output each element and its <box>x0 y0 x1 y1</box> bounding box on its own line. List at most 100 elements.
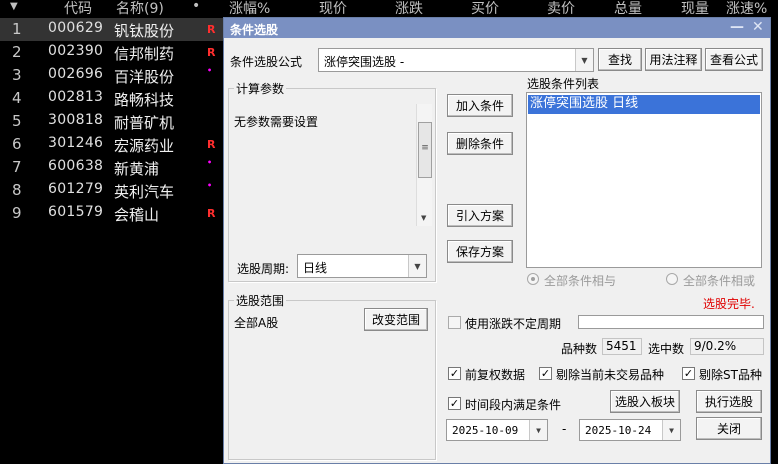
stock-name: 信邦制药 <box>114 45 175 63</box>
table-row[interactable]: 5 300818 耐普矿机 <box>0 110 225 133</box>
date-to-picker[interactable]: 2025-10-24 ▼ <box>579 419 681 441</box>
rzrq-mark: R <box>207 207 216 220</box>
chevron-down-icon[interactable]: ▼ <box>408 255 426 277</box>
dialog-titlebar[interactable]: 条件选股 — ✕ <box>224 18 770 38</box>
row-number: 1 <box>12 20 22 38</box>
sort-arrow-icon[interactable]: ▼ <box>10 1 18 12</box>
table-row[interactable]: 7 600638 新黄浦 • <box>0 156 225 179</box>
table-row[interactable]: 2 002390 信邦制药 R <box>0 41 225 64</box>
scrollbar-thumb[interactable]: ≡ <box>418 122 432 178</box>
col-price[interactable]: 现价 <box>319 0 347 18</box>
period-select[interactable]: 日线 ▼ <box>297 254 427 278</box>
date-from-picker[interactable]: 2025-10-09 ▼ <box>446 419 548 441</box>
row-number: 7 <box>12 158 22 176</box>
col-code[interactable]: 代码 <box>64 0 92 18</box>
all-or-label: 全部条件相或 <box>683 274 756 288</box>
rzrq-mark: R <box>207 46 216 59</box>
screen: ▼ 代码 名称(9) • 涨幅% 现价 涨跌 买价 卖价 总量 现量 涨速% 1… <box>0 0 778 464</box>
row-number: 9 <box>12 204 22 222</box>
delete-condition-button[interactable]: 删除条件 <box>447 132 513 155</box>
stock-code: 601279 <box>48 181 104 197</box>
chevron-down-icon[interactable]: ▼ <box>529 420 547 440</box>
table-row[interactable]: 1 000629 钒钛股份 R <box>0 18 225 41</box>
col-name[interactable]: 名称(9) <box>116 0 164 18</box>
condition-list-label: 选股条件列表 <box>527 77 600 91</box>
col-dot: • <box>192 0 201 14</box>
add-condition-button[interactable]: 加入条件 <box>447 94 513 117</box>
time-range-label: 时间段内满足条件 <box>465 398 562 412</box>
view-formula-button[interactable]: 查看公式 <box>705 48 763 71</box>
row-number: 2 <box>12 43 22 61</box>
scroll-down-icon[interactable]: ▼ <box>421 214 426 222</box>
stock-name: 英利汽车 <box>114 183 175 201</box>
formula-select[interactable]: 涨停突围选股 - ▼ <box>318 48 594 72</box>
date-to-value: 2025-10-24 <box>585 424 652 437</box>
stock-code: 301246 <box>48 135 104 151</box>
formula-label: 条件选股公式 <box>230 55 303 69</box>
stock-code: 002696 <box>48 66 104 82</box>
stock-code: 000629 <box>48 20 104 36</box>
period-label: 选股周期: <box>237 262 290 276</box>
exclude-untraded-checkbox[interactable]: ✓ <box>539 367 552 380</box>
calc-params-label: 计算参数 <box>234 80 287 97</box>
chevron-down-icon[interactable]: ▼ <box>575 49 593 71</box>
col-ask[interactable]: 卖价 <box>547 0 575 18</box>
close-icon[interactable]: ✕ <box>752 19 764 35</box>
stock-name: 会稽山 <box>114 206 160 224</box>
date-from-value: 2025-10-09 <box>452 424 519 437</box>
find-button[interactable]: 查找 <box>598 48 642 71</box>
formula-value: 涨停突围选股 - <box>324 55 405 69</box>
col-bid[interactable]: 买价 <box>471 0 499 18</box>
table-row[interactable]: 8 601279 英利汽车 • <box>0 179 225 202</box>
all-and-label: 全部条件相与 <box>544 274 617 288</box>
stock-name: 宏源药业 <box>114 137 175 155</box>
grid-header: ▼ 代码 名称(9) • 涨幅% 现价 涨跌 买价 卖价 总量 现量 涨速% <box>0 0 778 17</box>
condition-list[interactable]: 涨停突围选股 日线 <box>526 92 762 268</box>
stock-code: 601579 <box>48 204 104 220</box>
col-speed[interactable]: 涨速% <box>726 0 767 18</box>
variety-count-label: 品种数 <box>561 342 598 356</box>
no-params-text: 无参数需要设置 <box>234 115 319 129</box>
usage-button[interactable]: 用法注释 <box>645 48 702 71</box>
col-change-pct[interactable]: 涨幅% <box>229 0 270 18</box>
import-plan-button[interactable]: 引入方案 <box>447 204 513 227</box>
stock-code: 300818 <box>48 112 104 128</box>
condition-list-item[interactable]: 涨停突围选股 日线 <box>528 95 760 114</box>
table-row[interactable]: 6 301246 宏源药业 R <box>0 133 225 156</box>
variable-period-input[interactable] <box>578 315 764 329</box>
col-change[interactable]: 涨跌 <box>395 0 423 18</box>
variable-period-label: 使用涨跌不定周期 <box>465 317 562 331</box>
all-and-radio[interactable] <box>527 273 539 285</box>
params-scrollbar[interactable]: ≡ ▼ <box>416 104 432 226</box>
row-number: 8 <box>12 181 22 199</box>
stock-screener-dialog: 条件选股 — ✕ 条件选股公式 涨停突围选股 - ▼ 查找 用法注释 查看公式 … <box>223 17 771 464</box>
row-number: 4 <box>12 89 22 107</box>
exclude-st-checkbox[interactable]: ✓ <box>682 367 695 380</box>
chevron-down-icon[interactable]: ▼ <box>662 420 680 440</box>
dot-mark: • <box>207 181 213 190</box>
date-separator: - <box>562 422 567 436</box>
selected-label: 选中数 <box>648 342 685 356</box>
stock-name: 路畅科技 <box>114 91 175 109</box>
table-row[interactable]: 4 002813 路畅科技 <box>0 87 225 110</box>
col-cur-vol[interactable]: 现量 <box>681 0 709 18</box>
table-row[interactable]: 9 601579 会稽山 R <box>0 202 225 225</box>
minimize-icon[interactable]: — <box>730 19 744 35</box>
close-button[interactable]: 关闭 <box>696 417 762 440</box>
all-or-radio[interactable] <box>666 273 678 285</box>
to-block-button[interactable]: 选股入板块 <box>610 390 680 413</box>
stock-name: 耐普矿机 <box>114 114 175 132</box>
status-text: 选股完毕. <box>703 297 755 311</box>
forward-adjust-checkbox[interactable]: ✓ <box>448 367 461 380</box>
execute-button[interactable]: 执行选股 <box>696 390 762 413</box>
col-volume[interactable]: 总量 <box>614 0 642 18</box>
stock-code: 600638 <box>48 158 104 174</box>
time-range-checkbox[interactable]: ✓ <box>448 397 461 410</box>
row-number: 6 <box>12 135 22 153</box>
save-plan-button[interactable]: 保存方案 <box>447 240 513 263</box>
change-scope-button[interactable]: 改变范围 <box>364 308 428 331</box>
table-row[interactable]: 3 002696 百洋股份 • <box>0 64 225 87</box>
exclude-untraded-label: 剔除当前未交易品种 <box>556 368 665 382</box>
dialog-title: 条件选股 <box>230 23 279 37</box>
variable-period-checkbox[interactable] <box>448 316 461 329</box>
